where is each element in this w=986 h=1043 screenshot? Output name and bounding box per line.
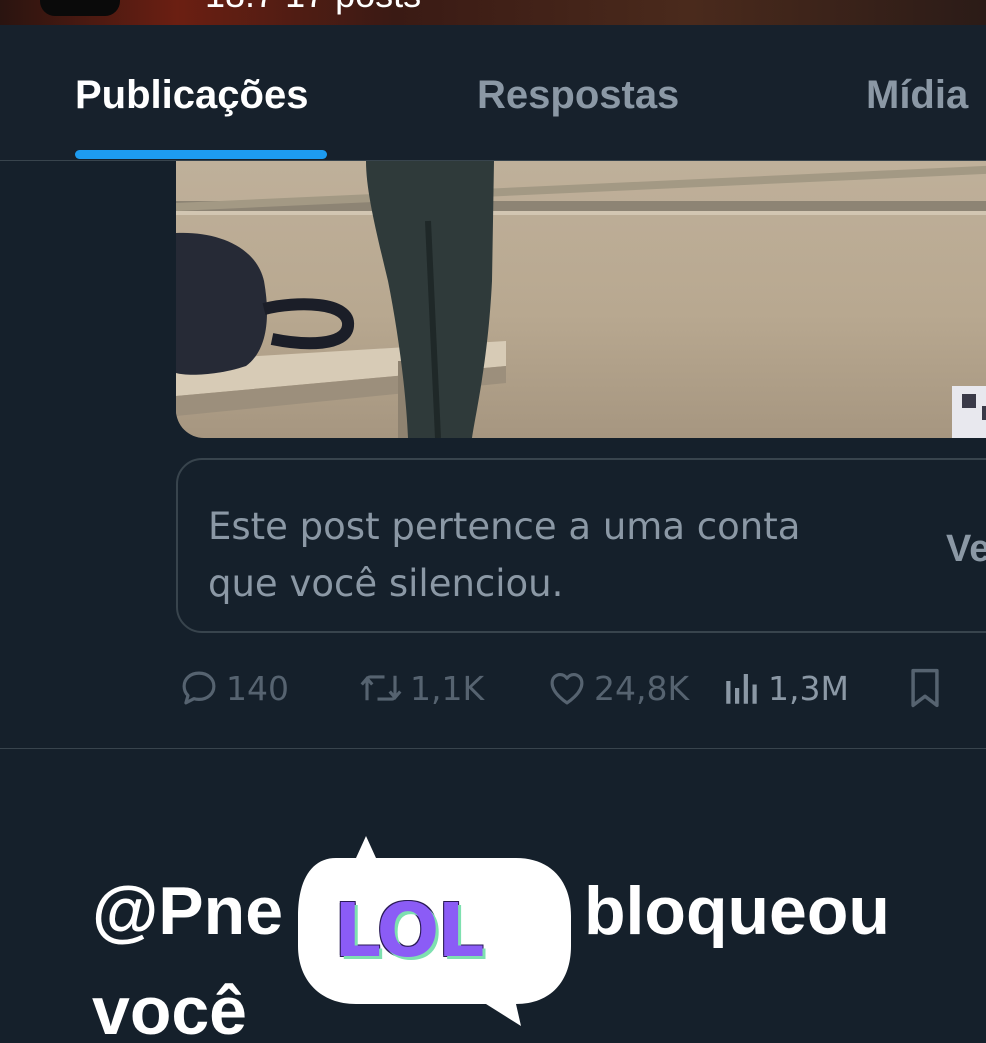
reply-icon — [182, 671, 216, 705]
post-actions-bar: 140 1,1K 24,8K 1,3M — [0, 660, 986, 720]
post-media-image[interactable] — [176, 161, 986, 438]
blocked-object: você — [92, 973, 247, 1043]
bookmark-icon — [911, 668, 939, 708]
blocked-verb: bloqueou — [584, 873, 890, 949]
reply-count: 140 — [226, 668, 289, 708]
tab-midia[interactable]: Mídia — [866, 73, 968, 118]
lol-sticker: LOL — [296, 836, 576, 1026]
avatar[interactable] — [40, 0, 120, 16]
views-count: 1,3M — [768, 668, 849, 708]
reply-button[interactable]: 140 — [178, 660, 289, 716]
like-button[interactable]: 24,8K — [546, 660, 689, 716]
post-count: 18.7 17 posts — [205, 0, 421, 16]
active-tab-indicator — [75, 150, 327, 159]
like-icon — [550, 672, 584, 705]
profile-header-banner: 18.7 17 posts — [0, 0, 986, 25]
post-divider — [0, 748, 986, 749]
bookmark-button[interactable] — [906, 660, 944, 716]
view-muted-post-button[interactable]: Ve — [946, 528, 986, 571]
muted-notice-text: Este post pertence a uma conta que você … — [208, 505, 801, 605]
tab-respostas[interactable]: Respostas — [477, 73, 679, 118]
views-icon — [726, 674, 757, 704]
repost-icon — [360, 675, 402, 701]
blocked-handle: @Pne — [92, 873, 284, 949]
repost-button[interactable]: 1,1K — [358, 660, 484, 716]
profile-screen: 18.7 17 posts Publicações Respostas Mídi… — [0, 0, 986, 1043]
tab-publicacoes[interactable]: Publicações — [75, 73, 308, 118]
sticker-text: LOL — [334, 888, 485, 974]
views-button[interactable]: 1,3M — [722, 660, 849, 716]
media-photo-drawing — [176, 161, 986, 438]
like-count: 24,8K — [594, 668, 690, 708]
profile-tabs: Publicações Respostas Mídia — [0, 25, 986, 161]
muted-account-notice: Este post pertence a uma conta que você … — [176, 458, 986, 633]
repost-count: 1,1K — [410, 668, 485, 708]
